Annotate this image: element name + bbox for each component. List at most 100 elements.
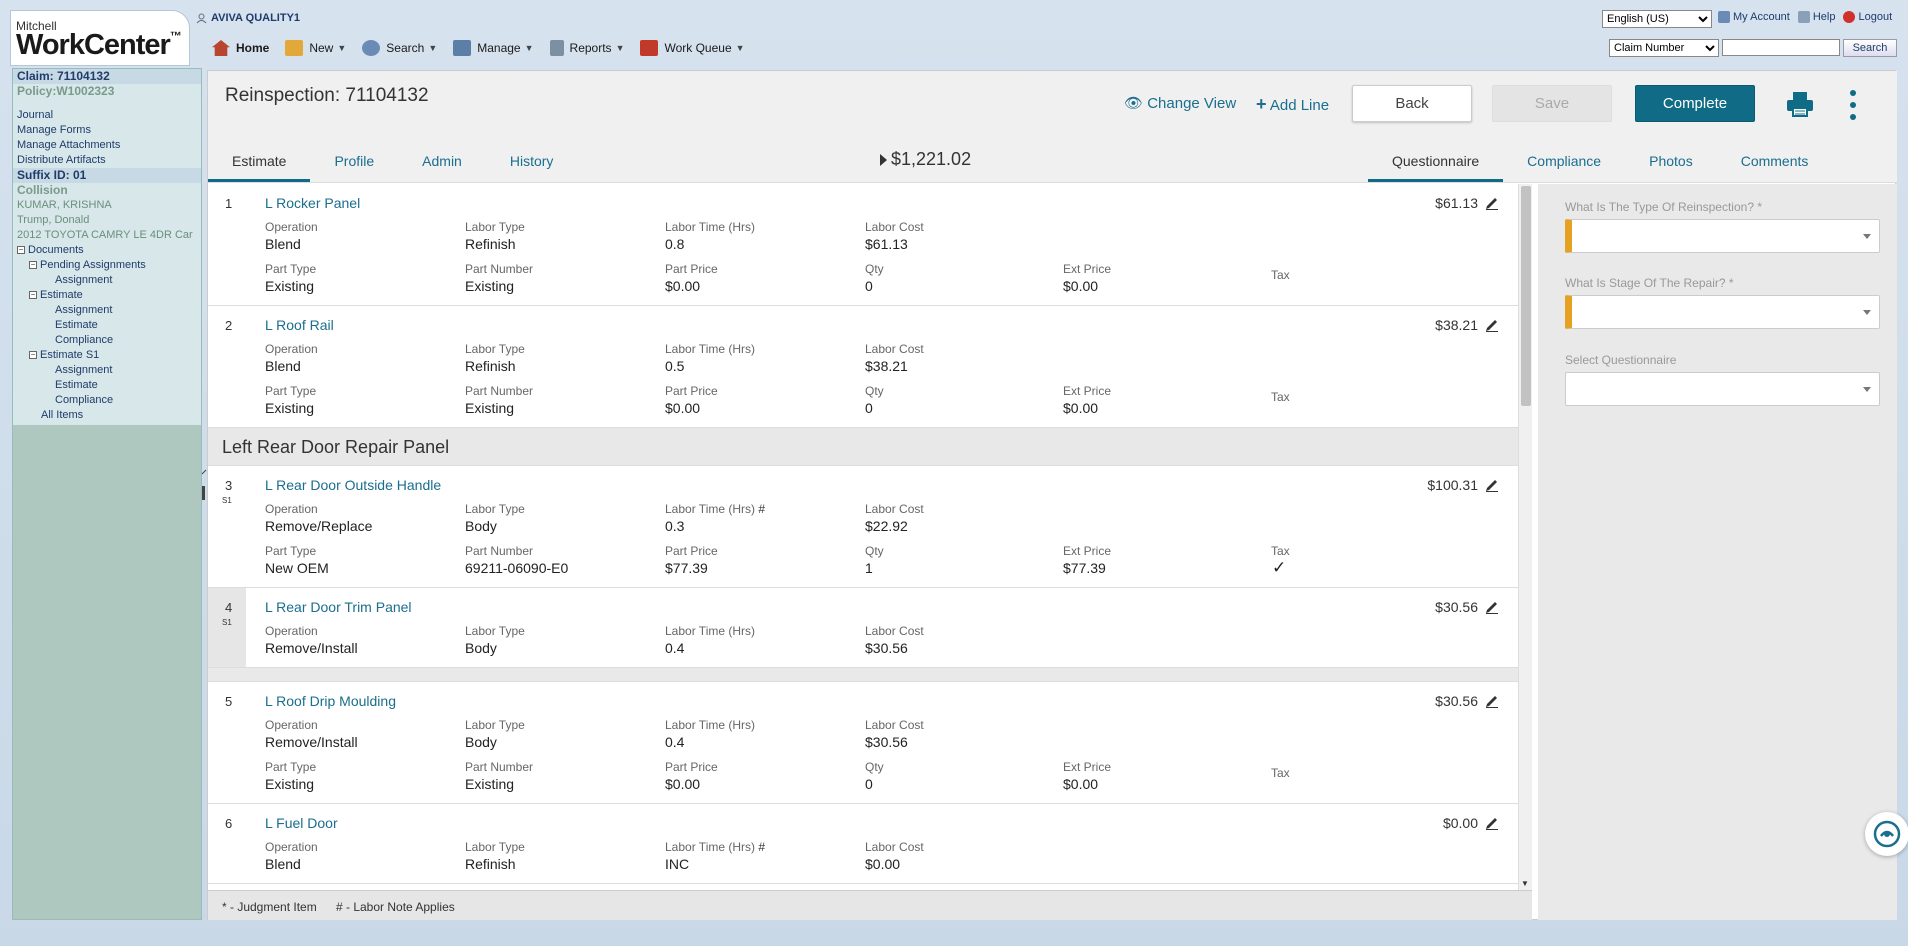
pencil-icon[interactable]	[1484, 598, 1500, 614]
line-list-scrollbar[interactable]: ▼	[1518, 184, 1532, 890]
estimate-line[interactable]: 1 L Rocker Panel $61.13 Operation Blend Labor…	[208, 184, 1518, 306]
estimate-line[interactable]: 4 S1 L Rear Door Trim Panel $30.56 Operation…	[208, 588, 1518, 668]
logout-link[interactable]: Logout	[1843, 11, 1892, 23]
estimate-line[interactable]: 3 S1 L Rear Door Outside Handle $100.31 Oper…	[208, 466, 1518, 588]
tree-documents[interactable]: − Documents	[13, 243, 201, 258]
search-input[interactable]	[1722, 39, 1840, 56]
claim-number[interactable]: Claim: 71104132	[13, 69, 201, 84]
chat-help-icon[interactable]	[1865, 812, 1908, 856]
estimate-line[interactable]: 6 L Fuel Door $0.00 Operation Blend Labor Typ…	[208, 804, 1518, 884]
nav-search-label: Search	[386, 41, 425, 55]
scrollbar-thumb[interactable]	[1521, 186, 1531, 406]
line-number: 4	[225, 600, 233, 615]
ext-price-value: $0.00	[1063, 776, 1099, 792]
tab-history[interactable]: History	[486, 141, 578, 182]
line-description[interactable]: L Rear Door Trim Panel	[265, 599, 412, 615]
complete-button[interactable]: Complete	[1635, 85, 1755, 122]
legend-footer: * - Judgment Item # - Labor Note Applies	[208, 890, 1532, 920]
tree-estimate-assignment[interactable]: Assignment	[13, 303, 201, 318]
user-icon	[196, 13, 207, 23]
suffix-id[interactable]: Suffix ID: 01	[13, 168, 201, 183]
line-description[interactable]: L Rear Door Outside Handle	[265, 477, 441, 493]
tab-profile[interactable]: Profile	[310, 141, 398, 182]
tab-compliance[interactable]: Compliance	[1503, 141, 1625, 182]
my-account-link[interactable]: My Account	[1718, 11, 1790, 23]
labor-note-legend: # - Labor Note Applies	[336, 900, 455, 914]
tree-s1-estimate[interactable]: Estimate	[13, 378, 201, 393]
pencil-icon[interactable]	[1484, 194, 1500, 210]
journal-link[interactable]: Journal	[13, 108, 201, 123]
estimate-line-list: 1 L Rocker Panel $61.13 Operation Blend Labor…	[208, 184, 1518, 890]
help-label: Help	[1812, 11, 1836, 23]
tab-admin[interactable]: Admin	[398, 141, 486, 182]
reinspection-type-select[interactable]	[1565, 219, 1880, 253]
line-description[interactable]: L Fuel Door	[265, 815, 338, 831]
part-price-label: Part Price	[665, 262, 718, 276]
tree-pending-assignment[interactable]: Assignment	[13, 273, 201, 288]
ext-price-value: $77.39	[1063, 560, 1106, 576]
company-label: AVIVA QUALITY1	[211, 12, 301, 24]
language-select[interactable]: English (US)	[1602, 10, 1712, 28]
tree-estimate-estimate[interactable]: Estimate	[13, 318, 201, 333]
pencil-icon[interactable]	[1484, 814, 1500, 830]
operation-label: Operation	[265, 342, 318, 356]
operation-value: Remove/Install	[265, 640, 358, 656]
labor-time-value: 0.8	[665, 236, 685, 252]
tab-comments[interactable]: Comments	[1717, 141, 1833, 182]
nav-search[interactable]: Search ▼	[358, 36, 449, 60]
top-bar: Mitchell WorkCenter™ AVIVA QUALITY1 Home…	[0, 0, 1908, 68]
nav-new[interactable]: New ▼	[281, 36, 358, 60]
tab-photos[interactable]: Photos	[1625, 141, 1717, 182]
nav-manage[interactable]: Manage ▼	[449, 36, 545, 60]
part-price-value: $0.00	[665, 776, 701, 792]
help-link[interactable]: Help	[1797, 11, 1836, 23]
pencil-icon[interactable]	[1484, 692, 1500, 708]
tab-questionnaire[interactable]: Questionnaire	[1368, 141, 1504, 182]
labor-time-label: Labor Time (Hrs)	[665, 718, 755, 732]
nav-work-queue[interactable]: Work Queue ▼	[636, 36, 756, 60]
main-nav: Home New ▼ Search ▼ Manage ▼ Reports ▼ Work …	[208, 36, 757, 60]
tab-estimate[interactable]: Estimate	[208, 141, 311, 182]
operation-label: Operation	[265, 624, 318, 638]
pencil-icon[interactable]	[1484, 476, 1500, 492]
scroll-down-arrow-icon[interactable]: ▼	[1521, 879, 1529, 888]
line-number: 1	[225, 196, 233, 211]
change-view-button[interactable]: 👁 Change View	[1124, 94, 1236, 112]
part-price-label: Part Price	[665, 544, 718, 558]
save-button[interactable]: Save	[1492, 85, 1612, 122]
repair-stage-select[interactable]	[1565, 295, 1880, 329]
print-icon[interactable]	[1785, 89, 1815, 119]
tree-estimate-compliance[interactable]: Compliance	[13, 333, 201, 348]
nav-home[interactable]: Home	[208, 36, 281, 60]
line-description[interactable]: L Roof Drip Moulding	[265, 693, 396, 709]
tree-all-items[interactable]: All Items	[13, 408, 201, 425]
line-description[interactable]: L Roof Rail	[265, 317, 334, 333]
estimate-line[interactable]: 2 L Roof Rail $38.21 Operation Blend Labor Ty…	[208, 306, 1518, 428]
estimate-line[interactable]: 5 L Roof Drip Moulding $30.56 Operation Remo…	[208, 682, 1518, 804]
manage-attachments-link[interactable]: Manage Attachments	[13, 138, 201, 153]
change-view-label: Change View	[1147, 95, 1237, 112]
pencil-icon[interactable]	[1484, 316, 1500, 332]
search-button[interactable]: Search	[1843, 39, 1897, 57]
tree-pending-assignments[interactable]: − Pending Assignments	[13, 258, 201, 273]
line-description[interactable]: L Rocker Panel	[265, 195, 360, 211]
estimate-total[interactable]: $1,221.02	[880, 149, 971, 170]
distribute-artifacts-link[interactable]: Distribute Artifacts	[13, 153, 201, 168]
add-line-button[interactable]: + Add Line	[1256, 94, 1329, 115]
back-button[interactable]: Back	[1352, 85, 1472, 122]
questionnaire-select[interactable]	[1565, 372, 1880, 406]
mitchell-workcenter-logo[interactable]: Mitchell WorkCenter™	[10, 10, 190, 66]
search-type-select[interactable]: Claim Number	[1609, 39, 1719, 57]
eye-icon: 👁	[1124, 95, 1144, 112]
tree-estimate-s1[interactable]: − Estimate S1	[13, 348, 201, 363]
logout-label: Logout	[1858, 11, 1893, 23]
nav-reports[interactable]: Reports ▼	[546, 36, 637, 60]
more-options-icon[interactable]	[1848, 89, 1858, 121]
manage-forms-link[interactable]: Manage Forms	[13, 123, 201, 138]
line-total: $30.56	[1435, 693, 1478, 709]
new-icon	[285, 40, 304, 56]
tree-estimate[interactable]: − Estimate	[13, 288, 201, 303]
field-label: Labor Type	[465, 624, 525, 638]
tree-s1-compliance[interactable]: Compliance	[13, 393, 201, 408]
tree-s1-assignment[interactable]: Assignment	[13, 363, 201, 378]
